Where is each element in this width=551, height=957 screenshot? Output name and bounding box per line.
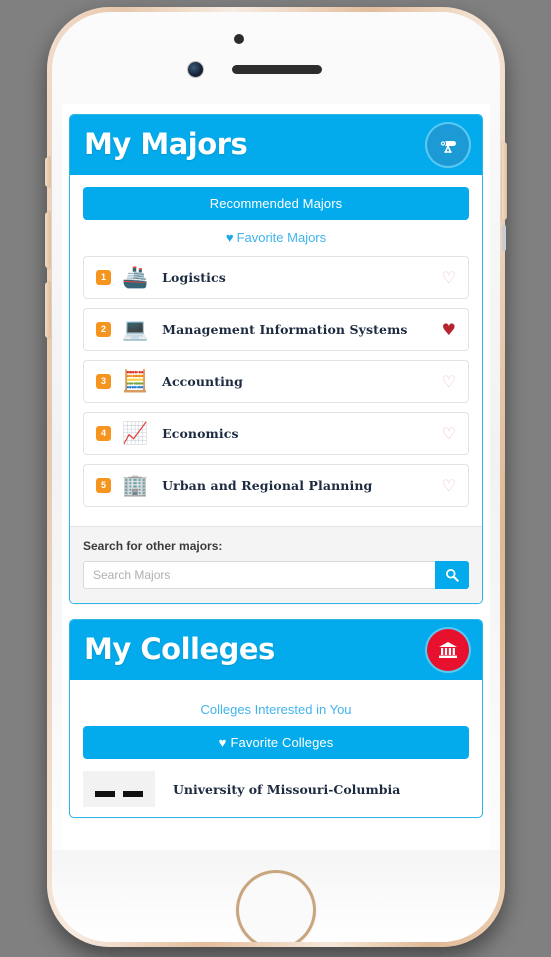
- my-majors-body: Recommended Majors ♥ Favorite Majors 1 🚢 …: [70, 175, 482, 526]
- front-camera-icon: [188, 62, 203, 77]
- calculator-icon: 🧮: [122, 369, 149, 393]
- heart-icon: ♥: [218, 735, 227, 750]
- phone-bottom-bezel: [52, 850, 500, 942]
- rank-badge: 2: [96, 322, 111, 337]
- screenshot-stage: My Majors Recommended Majors ♥ Favorite …: [0, 0, 551, 957]
- major-list-item[interactable]: 3 🧮 Accounting ♡: [83, 360, 469, 403]
- favorite-heart-toggle[interactable]: ♡: [442, 269, 456, 286]
- major-list-item[interactable]: 4 📈 Economics ♡: [83, 412, 469, 455]
- tab-favorite-colleges[interactable]: ♥ Favorite Colleges: [83, 726, 469, 759]
- tab-favorite-colleges-label: Favorite Colleges: [230, 735, 334, 750]
- my-colleges-panel: My Colleges Colleges Interested in You ♥…: [69, 619, 483, 818]
- search-majors-label: Search for other majors:: [83, 539, 223, 553]
- earpiece-speaker-icon: [232, 65, 322, 74]
- major-name: Urban and Regional Planning: [162, 478, 373, 493]
- favorite-heart-toggle[interactable]: ♡: [442, 425, 456, 442]
- university-building-icon: [427, 629, 469, 671]
- tab-favorite-majors-label: Favorite Majors: [236, 230, 327, 245]
- tab-favorite-majors[interactable]: ♥ Favorite Majors: [83, 220, 469, 254]
- search-icon: [445, 568, 459, 582]
- major-list-item[interactable]: 5 🏢 Urban and Regional Planning ♡: [83, 464, 469, 507]
- major-name: Accounting: [162, 374, 243, 389]
- major-list-item[interactable]: 1 🚢 Logistics ♡: [83, 256, 469, 299]
- favorite-heart-toggle[interactable]: ♥: [442, 321, 456, 338]
- page-title-colleges: My Colleges: [84, 631, 275, 666]
- major-name: Management Information Systems: [162, 322, 408, 337]
- chart-monitor-icon: 📈: [122, 421, 149, 445]
- home-button[interactable]: [236, 870, 316, 942]
- proximity-sensor-icon: [234, 34, 244, 44]
- college-name: University of Missouri-Columbia: [173, 781, 401, 797]
- favorite-heart-toggle[interactable]: ♡: [442, 477, 456, 494]
- major-name: Economics: [162, 426, 239, 441]
- search-submit-button[interactable]: [435, 561, 469, 589]
- majors-search-section: Search for other majors:: [70, 526, 482, 603]
- phone-top-bezel: [52, 12, 500, 104]
- silent-switch-button[interactable]: [45, 157, 50, 187]
- rank-badge: 1: [96, 270, 111, 285]
- my-majors-panel: My Majors Recommended Majors ♥ Favorite …: [69, 114, 483, 604]
- college-list-item[interactable]: University of Missouri-Columbia: [83, 759, 469, 817]
- search-majors-input[interactable]: [83, 561, 435, 589]
- diploma-scroll-icon: [427, 124, 469, 166]
- app-viewport: My Majors Recommended Majors ♥ Favorite …: [62, 104, 490, 850]
- college-logo: [83, 771, 155, 807]
- page-title-majors: My Majors: [84, 126, 248, 161]
- computer-team-icon: 💻: [122, 317, 149, 341]
- my-colleges-header: My Colleges: [70, 620, 482, 680]
- phone-body: My Majors Recommended Majors ♥ Favorite …: [52, 12, 500, 942]
- favorite-heart-toggle[interactable]: ♡: [442, 373, 456, 390]
- rank-badge: 4: [96, 426, 111, 441]
- major-list-item[interactable]: 2 💻 Management Information Systems ♥: [83, 308, 469, 351]
- power-button[interactable]: [502, 142, 507, 220]
- office-building-icon: 🏢: [122, 473, 149, 497]
- my-colleges-body: Colleges Interested in You ♥ Favorite Col…: [70, 680, 482, 817]
- search-group: [83, 561, 469, 589]
- tab-colleges-interested-in-you[interactable]: Colleges Interested in You: [83, 692, 469, 726]
- phone-frame: My Majors Recommended Majors ♥ Favorite …: [45, 7, 507, 947]
- volume-up-button[interactable]: [45, 212, 50, 268]
- cargo-ship-icon: 🚢: [122, 265, 149, 289]
- rank-badge: 3: [96, 374, 111, 389]
- frame-antenna-right: [502, 225, 506, 251]
- my-majors-header: My Majors: [70, 115, 482, 175]
- heart-icon: ♥: [225, 230, 234, 245]
- majors-list: 1 🚢 Logistics ♡ 2 💻 Management Informati…: [83, 254, 469, 526]
- tab-recommended-majors[interactable]: Recommended Majors: [83, 187, 469, 220]
- phone-screen: My Majors Recommended Majors ♥ Favorite …: [62, 104, 490, 850]
- volume-down-button[interactable]: [45, 282, 50, 338]
- major-name: Logistics: [162, 270, 226, 285]
- rank-badge: 5: [96, 478, 111, 493]
